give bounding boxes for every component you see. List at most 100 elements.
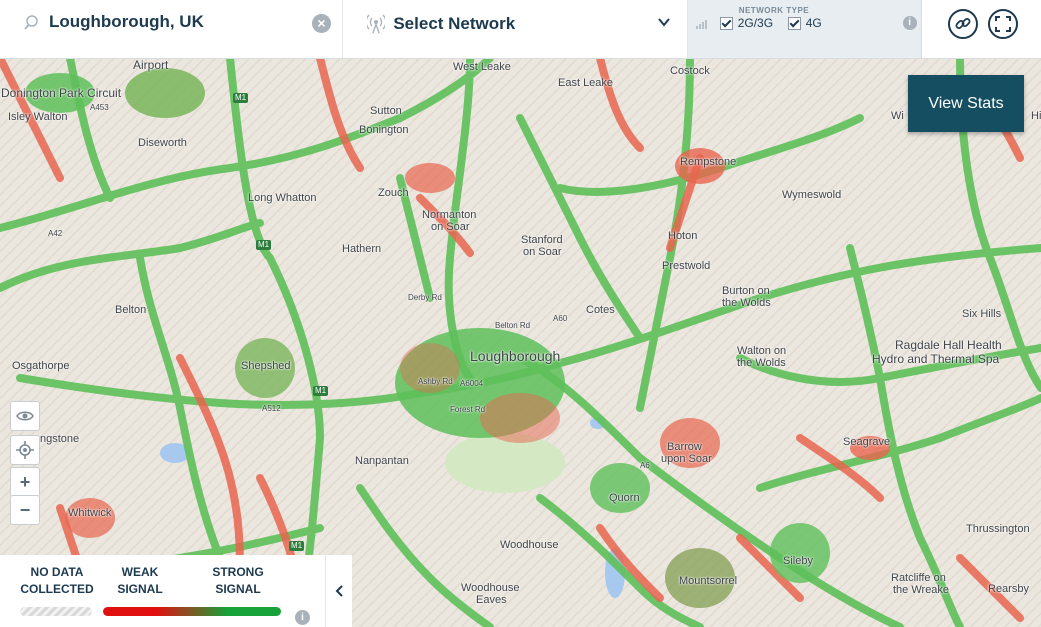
place-label: Normanton: [422, 209, 477, 221]
place-label: Bonington: [359, 124, 409, 136]
place-label: the Wreake: [893, 584, 950, 596]
place-label: Nanpantan: [355, 455, 409, 467]
info-icon[interactable]: i: [902, 16, 917, 30]
place-label: on Soar: [523, 246, 562, 258]
place-label: Costock: [670, 65, 710, 77]
legend-label: SIGNAL: [117, 582, 163, 596]
checkbox-icon[interactable]: [787, 16, 801, 30]
place-label: on Soar: [431, 221, 470, 233]
road-label: A512: [262, 404, 281, 413]
place-label: Zouch: [378, 187, 409, 199]
place-label: Seagrave: [843, 436, 891, 448]
place-label: Hoton: [668, 230, 698, 242]
place-label: Rearsby: [988, 583, 1029, 595]
eye-icon: [16, 411, 34, 421]
fullscreen-button[interactable]: [988, 9, 1019, 39]
place-label: Diseworth: [138, 137, 187, 149]
fullscreen-icon: [995, 16, 1012, 32]
road-label: A6004: [460, 379, 484, 388]
place-label: Wi: [891, 110, 904, 122]
place-label: Hi: [1031, 110, 1041, 122]
place-label: Quorn: [609, 492, 640, 504]
place-label: Barrow: [667, 441, 702, 453]
legend-label: NO DATA: [30, 565, 84, 579]
view-stats-button[interactable]: View Stats: [908, 75, 1024, 132]
close-circle-icon[interactable]: ×: [312, 14, 331, 33]
visibility-button[interactable]: [10, 401, 40, 431]
network-type-filter: NETWORK TYPE 2G/3G 4G i: [687, 0, 923, 58]
place-label: Airport: [133, 58, 169, 72]
place-label: Thrussington: [966, 523, 1030, 535]
place-label: Long Whatton: [248, 192, 317, 204]
road-label: A42: [48, 229, 63, 238]
chevron-down-icon[interactable]: [657, 15, 671, 29]
place-label: Woodhouse: [500, 539, 559, 551]
place-label: Walton on: [737, 345, 787, 357]
legend-label: SIGNAL: [215, 582, 261, 596]
place-label: West Leake: [453, 61, 511, 73]
road-label: Ashby Rd: [418, 377, 453, 386]
crosshair-icon: [16, 441, 34, 459]
info-icon[interactable]: i: [295, 610, 310, 625]
road-shield: M1: [313, 386, 329, 396]
place-label: East Leake: [558, 77, 614, 89]
search-icon: [24, 15, 38, 30]
road-label: A453: [90, 103, 109, 112]
collapse-legend-button[interactable]: [325, 555, 352, 627]
legend-label: COLLECTED: [20, 582, 94, 596]
road-shield: M1: [233, 93, 249, 103]
top-bar: Loughborough, UK × Select Network NETWOR…: [0, 0, 1041, 59]
legend-label: WEAK: [121, 565, 159, 579]
legend-weak: WEAK SIGNAL: [110, 564, 170, 598]
place-label: the Wolds: [737, 357, 786, 369]
road-label: Forest Rd: [450, 405, 486, 414]
locate-button[interactable]: [10, 435, 40, 465]
signal-legend: NO DATA COLLECTED WEAK SIGNAL STRONG SIG…: [0, 555, 325, 627]
place-label: Rempstone: [680, 156, 737, 168]
network-select-label: Select Network: [393, 14, 516, 33]
place-label: Mountsorrel: [679, 575, 738, 587]
no-data-swatch: [20, 607, 92, 616]
antenna-icon: [367, 14, 386, 34]
location-search[interactable]: Loughborough, UK ×: [0, 0, 344, 58]
checkbox-2g3g[interactable]: 2G/3G: [719, 16, 774, 30]
checkbox-icon[interactable]: [719, 16, 733, 30]
legend-no-data: NO DATA COLLECTED: [18, 564, 96, 598]
place-label: Sutton: [370, 105, 402, 117]
toolbar: [922, 0, 1041, 58]
place-label: Shepshed: [241, 360, 291, 372]
place-label: Whitwick: [68, 507, 112, 519]
option-label: 2G/3G: [737, 16, 774, 30]
checkbox-4g[interactable]: 4G: [787, 16, 822, 30]
place-label: Ragdale Hall Health: [895, 338, 1002, 352]
place-label: Hathern: [342, 243, 382, 255]
place-label: Loughborough: [470, 348, 561, 364]
place-label: ngstone: [40, 433, 80, 445]
road-label: Derby Rd: [408, 293, 442, 302]
place-label: Six Hills: [962, 308, 1002, 320]
network-select[interactable]: Select Network: [343, 0, 688, 58]
road-label: A60: [553, 314, 568, 323]
place-label: Woodhouse: [461, 582, 520, 594]
search-input[interactable]: Loughborough, UK: [49, 12, 204, 32]
road-label: Belton Rd: [495, 321, 531, 330]
place-label: Isley Walton: [8, 111, 68, 123]
link-button[interactable]: [948, 9, 979, 39]
place-label: Wymeswold: [782, 189, 842, 201]
zoom-in-button[interactable]: +: [10, 467, 40, 497]
legend-strong: STRONG SIGNAL: [205, 564, 271, 598]
coverage-map[interactable]: Airport Donington Park Circuit Isley Wal…: [0, 58, 1041, 627]
road-label: A6: [640, 461, 650, 470]
place-label: Prestwold: [662, 260, 711, 272]
place-label: Cotes: [586, 304, 615, 316]
link-icon: [955, 18, 971, 29]
place-label: the Wolds: [722, 297, 771, 309]
road-shield: M1: [289, 541, 305, 551]
place-label: Donington Park Circuit: [1, 86, 122, 100]
place-label: Hydro and Thermal Spa: [872, 352, 1000, 366]
zoom-out-button[interactable]: −: [10, 495, 40, 525]
place-label: Belton: [115, 304, 147, 316]
place-label: Osgathorpe: [12, 360, 70, 372]
place-label: Sileby: [783, 555, 813, 567]
signal-gradient-bar: [103, 607, 281, 616]
